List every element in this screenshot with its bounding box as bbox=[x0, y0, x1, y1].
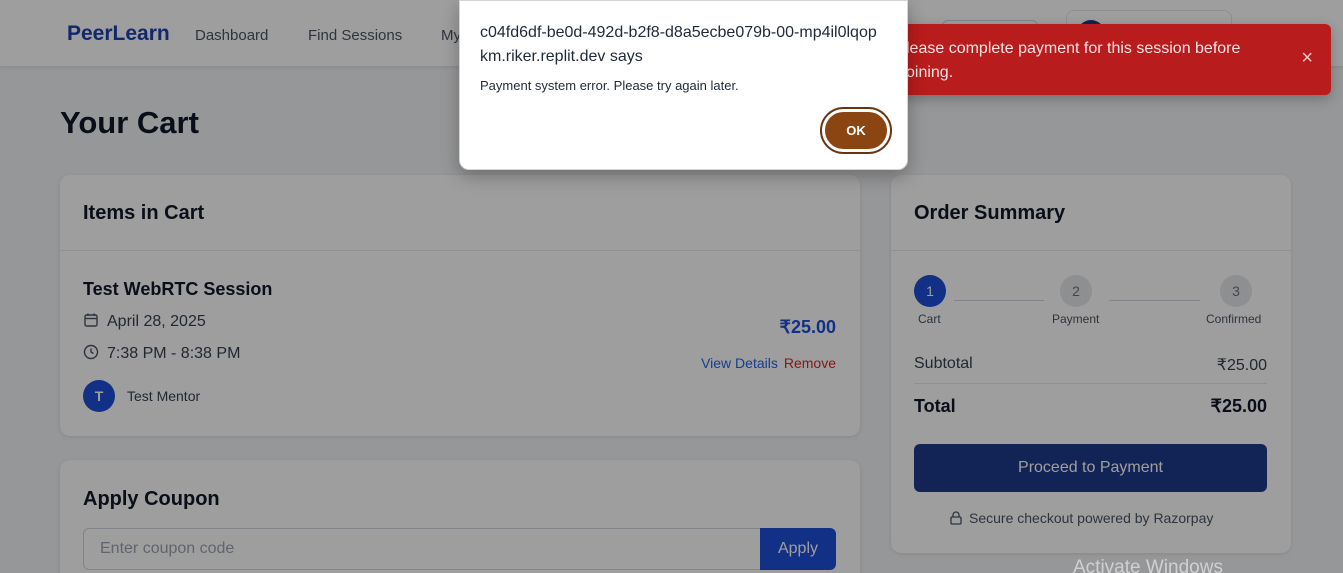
toast-message: lease complete payment for this session … bbox=[906, 40, 1241, 81]
dialog-message: Payment system error. Please try again l… bbox=[480, 78, 739, 93]
activate-windows-watermark: Activate Windows bbox=[1073, 557, 1223, 573]
alert-dialog: c04fd6df-be0d-492d-b2f8-d8a5ecbe079b-00-… bbox=[459, 0, 908, 170]
ok-button[interactable]: OK bbox=[820, 107, 892, 154]
close-icon[interactable]: × bbox=[1301, 48, 1313, 68]
dialog-origin-title: c04fd6df-be0d-492d-b2f8-d8a5ecbe079b-00-… bbox=[480, 24, 877, 65]
error-toast: lease complete payment for this session … bbox=[858, 24, 1331, 95]
